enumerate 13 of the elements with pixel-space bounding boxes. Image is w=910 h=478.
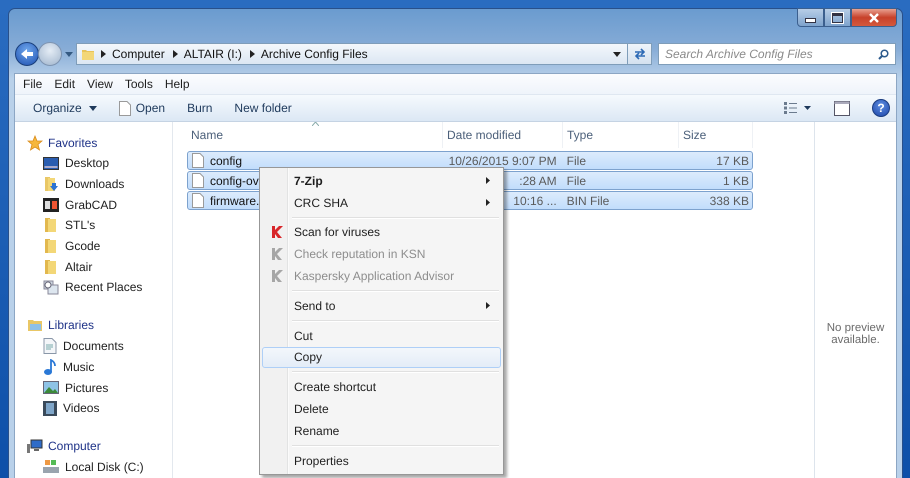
date-cell: :28 AM	[519, 174, 557, 188]
type-cell-text: BIN File	[566, 194, 610, 208]
type-cell-text: File	[566, 174, 587, 188]
size-cell-text: 1 KB	[722, 174, 750, 188]
size-cell-text: 17 KB	[715, 154, 750, 168]
file-name: config	[210, 154, 242, 168]
file-name: firmware.	[210, 194, 260, 208]
file-name: config-ov	[210, 174, 259, 188]
date-cell: 10/26/2015 9:07 PM	[448, 154, 557, 168]
type-cell-text: File	[566, 154, 587, 168]
date-cell: 10:16 ...	[513, 194, 557, 208]
preview-message: No preview available.	[826, 322, 886, 346]
size-cell-text: 338 KB	[708, 194, 750, 208]
